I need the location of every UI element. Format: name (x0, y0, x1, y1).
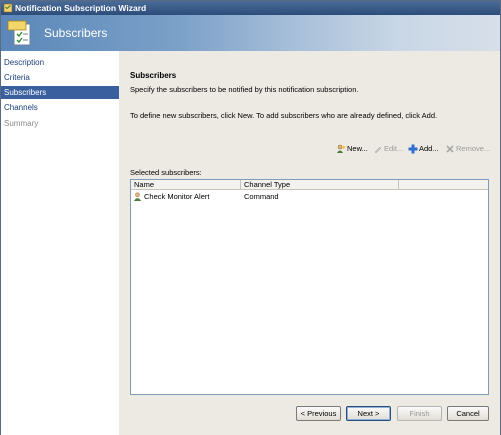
subscriber-channel-type: Command (244, 192, 279, 201)
next-button[interactable]: Next > (346, 406, 391, 421)
remove-button-label: Remove... (456, 144, 491, 153)
column-header-filler (399, 180, 488, 190)
instructions-text: To define new subscribers, click New. To… (130, 111, 438, 120)
section-title: Subscribers (130, 71, 177, 80)
sidebar-item-description[interactable]: Description (1, 56, 119, 69)
remove-button[interactable]: Remove... (445, 143, 490, 155)
table-row[interactable]: Check Monitor Alert Command (131, 191, 488, 202)
title-bar: Notification Subscription Wizard (1, 1, 500, 15)
new-button-label: New... (347, 144, 368, 153)
subscriber-name: Check Monitor Alert (144, 192, 210, 201)
wizard-app-icon (3, 3, 13, 13)
previous-button[interactable]: < Previous (296, 406, 341, 421)
new-button[interactable]: New... (336, 143, 368, 155)
wizard-sidebar: Description Criteria Subscribers Channel… (1, 51, 119, 435)
wizard-checklist-icon (7, 20, 31, 46)
new-user-icon (337, 144, 346, 153)
column-header-channel-type[interactable]: Channel Type (241, 180, 399, 190)
header-title: Subscribers (44, 26, 108, 40)
sidebar-item-summary: Summary (4, 119, 39, 128)
section-description: Specify the subscribers to be notified b… (130, 85, 359, 94)
cancel-button[interactable]: Cancel (447, 406, 489, 421)
sidebar-item-channels[interactable]: Channels (1, 101, 119, 114)
add-plus-icon (408, 144, 418, 154)
finish-button[interactable]: Finish (397, 406, 442, 421)
sidebar-item-subscribers[interactable]: Subscribers (1, 86, 119, 99)
main-content: Subscribers Specify the subscribers to b… (119, 51, 500, 397)
pencil-icon (374, 146, 382, 154)
remove-x-icon (446, 145, 454, 153)
subscribers-toolbar: New... Edit... Add... Remove... (119, 143, 500, 155)
add-button-label: Add... (419, 144, 439, 153)
wizard-header: Subscribers (1, 15, 500, 51)
add-button[interactable]: Add... (408, 143, 439, 155)
edit-button[interactable]: Edit... (373, 143, 403, 155)
column-header-name[interactable]: Name (131, 180, 241, 190)
edit-button-label: Edit... (384, 144, 404, 153)
subscriber-icon (133, 192, 142, 201)
selected-subscribers-label: Selected subscribers: (130, 168, 202, 177)
wizard-footer: < Previous Next > Finish Cancel (119, 397, 500, 435)
wizard-window: Notification Subscription Wizard Subscri… (0, 0, 501, 435)
sidebar-item-criteria[interactable]: Criteria (1, 71, 119, 84)
subscribers-list[interactable]: Name Channel Type Check Monitor Alert Co… (130, 179, 489, 395)
window-title: Notification Subscription Wizard (15, 3, 147, 13)
